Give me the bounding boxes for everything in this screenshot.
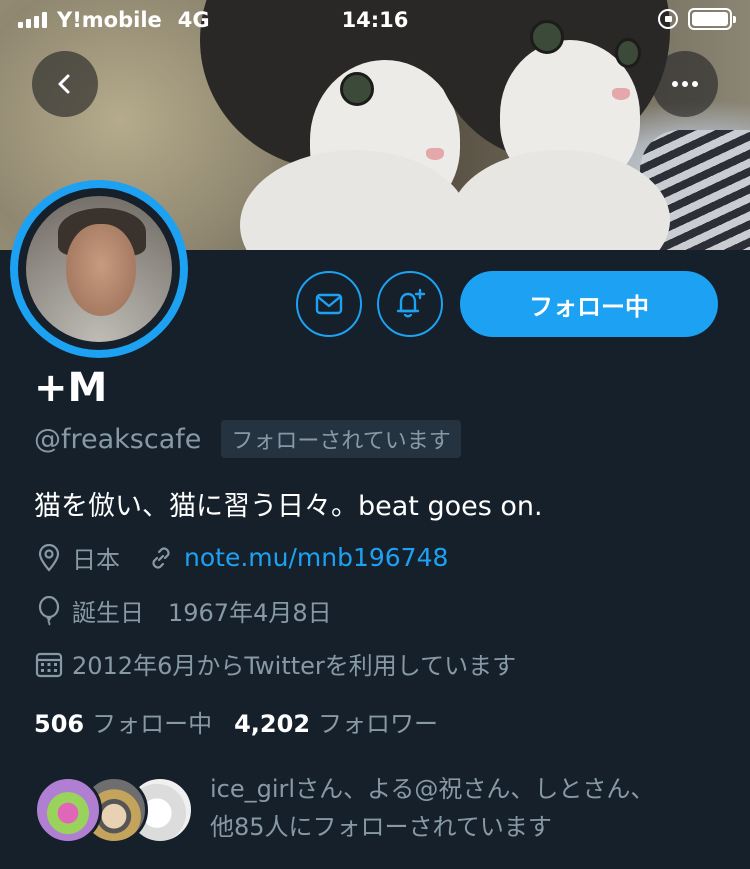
display-name: +M	[34, 365, 108, 411]
location-text: 日本	[72, 546, 120, 574]
battery-icon	[688, 8, 736, 30]
following-label[interactable]: フォロー中	[92, 704, 212, 739]
followed-by-text: ice_girlさん、よる@祝さん、しとさん、 他85人にフォローされています	[210, 770, 710, 846]
bell-plus-icon	[396, 288, 426, 318]
status-time: 14:16	[341, 8, 409, 32]
handle-row: @freakscafe フォローされています	[34, 420, 461, 458]
followed-by-line-1: ice_girlさん、よる@祝さん、しとさん、	[210, 775, 655, 803]
following-button[interactable]: フォロー中	[460, 271, 718, 337]
followers-label[interactable]: フォロワー	[318, 704, 438, 739]
followed-by-line-2: 他85人にフォローされています	[210, 813, 552, 841]
followers-count[interactable]: 4,202	[234, 710, 310, 738]
follows-you-badge: フォローされています	[221, 420, 461, 458]
birthday-row: 誕生日 1967年4月8日	[34, 593, 332, 628]
website-link[interactable]: note.mu/mnb196748	[184, 543, 448, 572]
ellipsis-icon	[672, 81, 698, 87]
balloon-icon	[34, 595, 64, 626]
direct-message-button[interactable]	[296, 271, 362, 337]
profile-avatar[interactable]	[10, 180, 188, 358]
status-bar: Y!mobile 4G 14:16	[0, 0, 750, 40]
calendar-icon	[34, 649, 64, 679]
joined-text: 2012年6月からTwitterを利用しています	[72, 652, 517, 680]
follow-stats: 506 フォロー中 4,202 フォロワー	[34, 704, 460, 739]
location-pin-icon	[34, 543, 64, 573]
notifications-button[interactable]	[377, 271, 443, 337]
location-row: 日本 note.mu/mnb196748	[34, 540, 448, 575]
envelope-icon	[315, 293, 343, 315]
birthday-text: 誕生日 1967年4月8日	[72, 599, 332, 627]
more-options-button[interactable]	[652, 51, 718, 117]
back-button[interactable]	[32, 51, 98, 117]
following-count[interactable]: 506	[34, 710, 84, 738]
followed-by-section[interactable]: ice_girlさん、よる@祝さん、しとさん、 他85人にフォローされています	[34, 770, 734, 850]
follower-avatar	[34, 776, 102, 844]
profile-bio: 猫を倣い、猫に習う日々。beat goes on.	[34, 491, 543, 522]
link-icon	[146, 543, 176, 573]
chevron-left-icon	[58, 74, 70, 94]
user-handle: @freakscafe	[34, 423, 202, 455]
rotation-lock-icon	[658, 9, 678, 29]
joined-row: 2012年6月からTwitterを利用しています	[34, 646, 516, 681]
